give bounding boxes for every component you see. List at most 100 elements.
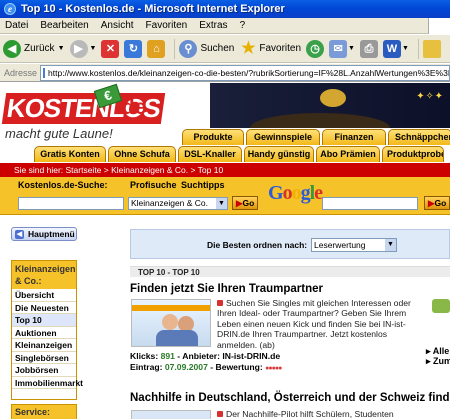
hauptmenu-button[interactable]: ◀ Hauptmenü — [11, 227, 77, 241]
suchtipps-link[interactable]: Suchtipps — [181, 180, 225, 190]
nav-item-singleboersen[interactable]: Singlebörsen — [12, 352, 76, 364]
favorites-button[interactable]: ★ Favoriten — [239, 40, 301, 58]
tab-gewinnspiele[interactable]: Gewinnspiele — [246, 129, 320, 145]
refresh-icon: ↻ — [124, 39, 143, 58]
person-shape — [162, 314, 178, 330]
google-logo: Google — [268, 182, 323, 204]
site-search-input[interactable] — [18, 197, 124, 210]
service-box-title: Service: — [11, 404, 77, 419]
refresh-button[interactable]: ↻ — [124, 39, 143, 58]
menu-extras[interactable]: Extras — [199, 20, 227, 31]
teaser-icon — [432, 299, 450, 313]
back-button[interactable]: ◀ Zurück ▼ — [3, 39, 65, 58]
forward-button[interactable]: ▶ ▼ — [69, 39, 97, 58]
menu-favoriten[interactable]: Favoriten — [146, 20, 188, 31]
tab-gratis-konten[interactable]: Gratis Konten — [34, 146, 106, 162]
print-icon: ⎙ — [359, 39, 378, 58]
address-bar: Adresse http://www.kostenlos.de/kleinanz… — [0, 64, 450, 82]
address-url: http://www.kostenlos.de/kleinanzeigen-co… — [48, 67, 450, 78]
toolbar: ◀ Zurück ▼ ▶ ▼ ✕ ↻ ⌂ ⚲ Suchen ★ Favorite… — [0, 35, 450, 63]
category-select-value: Kleinanzeigen & Co. — [131, 198, 209, 208]
chevron-down-icon[interactable]: ▼ — [58, 45, 65, 52]
eintrag-value: 07.09.2007 — [164, 362, 208, 372]
toolbar-separator — [417, 38, 419, 59]
word-icon: W — [382, 39, 401, 58]
site-search-go-button[interactable]: ▶Go — [232, 196, 259, 210]
hauptmenu-label: Hauptmenü — [28, 229, 75, 239]
category-select[interactable]: Kleinanzeigen & Co. ▼ — [128, 197, 228, 210]
stars-decoration: ✦ ✧ ✦ — [416, 91, 443, 102]
nav-item-auktionen[interactable]: Auktionen — [12, 327, 76, 339]
nav-item-kleinanzeigen[interactable]: Kleinanzeigen — [12, 339, 76, 352]
window-title: Top 10 - Kostenlos.de - Microsoft Intern… — [21, 3, 285, 15]
ie-logo-icon: e — [4, 3, 16, 15]
history-button[interactable]: ◷ — [306, 39, 325, 58]
tab-ohne-schufa[interactable]: Ohne Schufa — [108, 146, 176, 162]
print-button[interactable]: ⎙ — [359, 39, 378, 58]
chevron-down-icon[interactable]: ▼ — [348, 45, 355, 52]
profisuche-link[interactable]: Profisuche — [130, 180, 177, 190]
windows-flag-icon — [428, 18, 450, 34]
nav-item-jobboersen[interactable]: Jobbörsen — [12, 364, 76, 377]
nav-item-immobilienmarkt[interactable]: Immobilienmarkt — [12, 377, 83, 389]
chevron-down-icon[interactable]: ▼ — [90, 45, 97, 52]
section-header: TOP 10 - TOP 10 — [130, 266, 450, 277]
nav-item-die-neuesten[interactable]: Die Neuesten — [12, 302, 76, 314]
google-search-go-button[interactable]: ▶Go — [424, 196, 450, 210]
chevron-down-icon[interactable]: ▼ — [402, 45, 409, 52]
page-icon — [43, 67, 46, 78]
moon-shape — [320, 89, 346, 107]
item-title[interactable]: Nachhilfe in Deutschland, Österreich und… — [130, 392, 450, 404]
sort-bar: Die Besten ordnen nach: Leserwertung ▼ — [130, 229, 450, 259]
sort-select[interactable]: Leserwertung ▼ — [311, 238, 397, 252]
site-header: KOSTENLOS € .de macht gute Laune! ✦ ✧ ✦ … — [0, 83, 450, 163]
header-banner-image: ✦ ✧ ✦ — [210, 83, 450, 128]
menu-help[interactable]: ? — [240, 20, 246, 31]
tab-produkte[interactable]: Produkte — [182, 129, 244, 145]
tab-produktproben[interactable]: Produktproben — [382, 146, 444, 162]
item-meta-line-1: Klicks: 891 - Anbieter: IN-ist-DRIN.de — [130, 351, 281, 361]
mail-button[interactable]: ✉ ▼ — [329, 39, 355, 58]
item-description: Der Nachhilfe-Pilot hilft Schülern, Stud… — [217, 409, 413, 419]
teaser-link-2[interactable]: ▸ Zum A — [426, 356, 450, 367]
favorites-label: Favoriten — [259, 43, 302, 54]
breadcrumb: Sie sind hier: Startseite > Kleinanzeige… — [0, 163, 450, 177]
title-bar: e Top 10 - Kostenlos.de - Microsoft Inte… — [0, 0, 450, 18]
home-button[interactable]: ⌂ — [147, 39, 166, 58]
menu-ansicht[interactable]: Ansicht — [101, 20, 134, 31]
left-navigation: ◀ Hauptmenü Kleinanzeigen & Co.: Übersic… — [0, 217, 83, 419]
klicks-value: 891 — [160, 351, 175, 361]
right-teaser: ▸ Alle I ▸ Zum A — [420, 291, 450, 371]
tab-handy-guenstig[interactable]: Handy günstig — [244, 146, 314, 162]
nav-item-top-10[interactable]: Top 10 — [12, 314, 76, 327]
tab-schnaeppchen[interactable]: Schnäppchen — [388, 129, 450, 145]
stop-button[interactable]: ✕ — [101, 39, 120, 58]
tabs-row-2: Gratis Konten Ohne Schufa DSL-Knaller Ha… — [34, 146, 446, 162]
item-thumbnail[interactable] — [131, 299, 211, 347]
address-label: Adresse — [4, 67, 38, 78]
item-description: Suchen Sie Singles mit gleichen Interess… — [217, 298, 411, 350]
logo-domain: .de — [116, 96, 147, 119]
site-search-label: Kostenlos.de-Suche: — [18, 180, 108, 190]
item-title[interactable]: Finden jetzt Sie Ihren Traumpartner — [130, 283, 323, 295]
category-menu-title: Kleinanzeigen & Co.: — [12, 261, 76, 289]
history-icon: ◷ — [306, 39, 325, 58]
stop-icon: ✕ — [101, 39, 120, 58]
search-button[interactable]: ⚲ Suchen — [179, 39, 234, 58]
nav-item-uebersicht[interactable]: Übersicht — [12, 289, 76, 302]
menu-datei[interactable]: Datei — [5, 20, 28, 31]
tab-dsl-knaller[interactable]: DSL-Knaller — [178, 146, 242, 162]
address-input[interactable]: http://www.kostenlos.de/kleinanzeigen-co… — [40, 64, 450, 81]
folder-button[interactable] — [422, 39, 441, 58]
slogan: macht gute Laune! — [5, 126, 113, 141]
tab-abo-praemien[interactable]: Abo Prämien — [316, 146, 380, 162]
edit-button[interactable]: W ▼ — [382, 39, 409, 58]
sort-label: Die Besten ordnen nach: — [207, 240, 308, 250]
item-thumbnail[interactable] — [131, 410, 211, 419]
tab-finanzen[interactable]: Finanzen — [322, 129, 386, 145]
chevron-down-icon: ▼ — [216, 198, 227, 209]
menu-bearbeiten[interactable]: Bearbeiten — [40, 20, 88, 31]
anbieter-link[interactable]: IN-ist-DRIN.de — [222, 351, 280, 361]
menu-bar: Datei Bearbeiten Ansicht Favoriten Extra… — [0, 18, 450, 34]
google-search-input[interactable] — [322, 197, 418, 210]
